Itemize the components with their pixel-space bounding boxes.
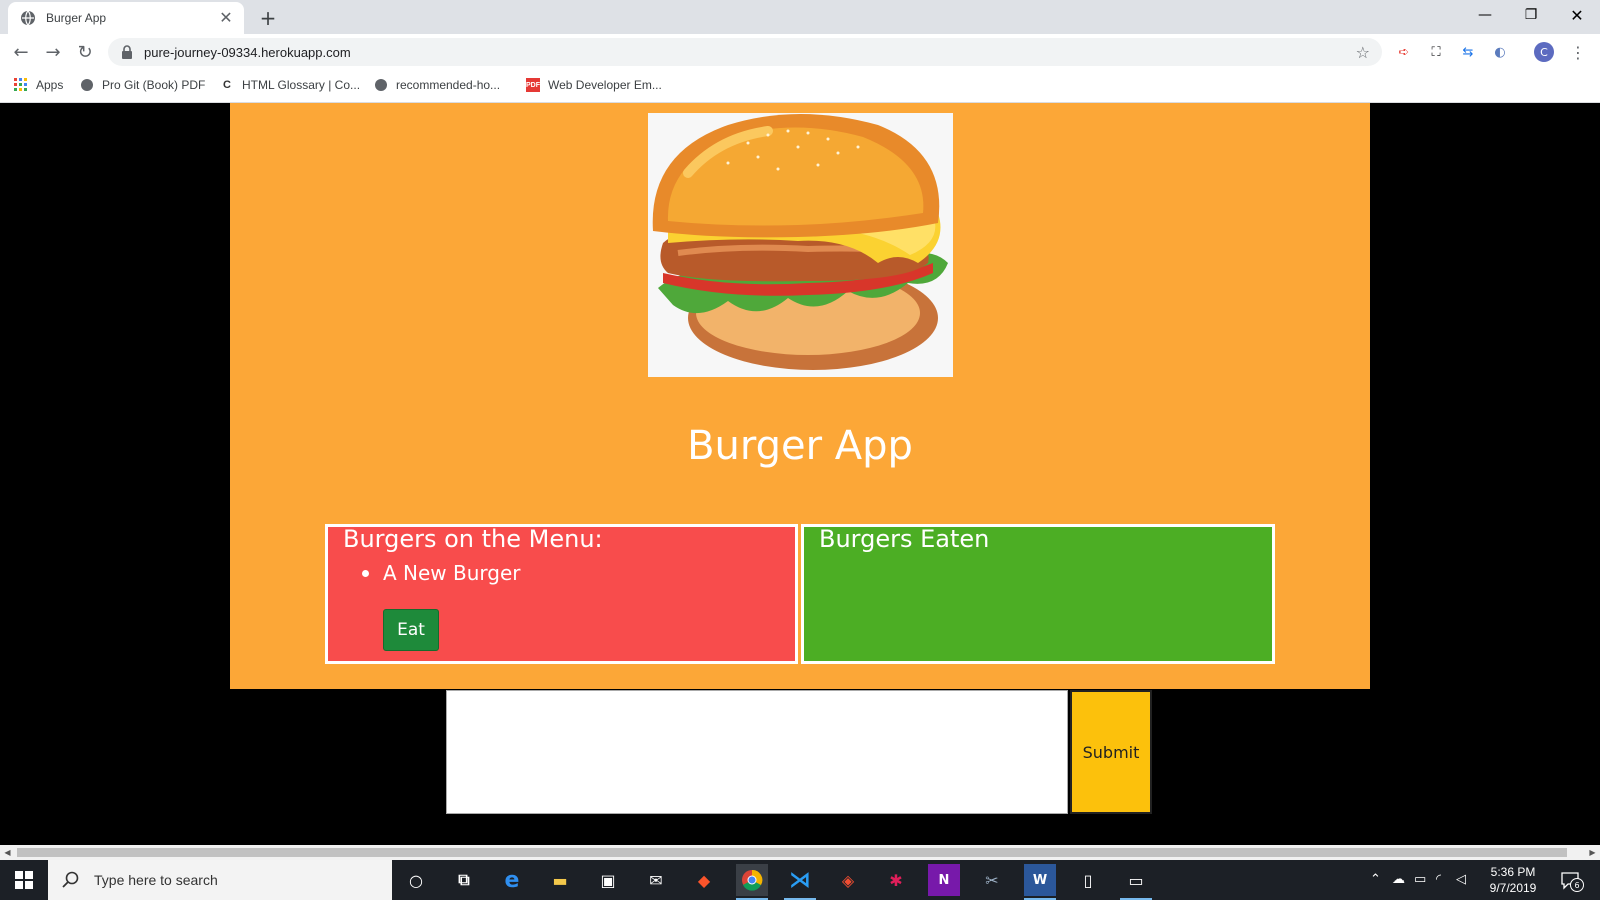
page-title: Burger App xyxy=(687,423,913,469)
task-view-icon[interactable]: ⧉ xyxy=(448,864,480,896)
reload-icon[interactable]: ↻ xyxy=(72,39,98,65)
restore-icon[interactable]: ❐ xyxy=(1508,0,1554,30)
onenote-icon[interactable]: N xyxy=(928,864,960,896)
submit-button[interactable]: Submit xyxy=(1070,690,1152,814)
screenshot-extension-icon[interactable]: ⛶ xyxy=(1426,42,1446,62)
bookmark-web-developer[interactable]: PDF Web Developer Em... xyxy=(526,78,662,92)
forward-icon[interactable]: → xyxy=(40,39,66,65)
bookmark-recommended[interactable]: recommended-ho... xyxy=(374,78,500,92)
browser-tab[interactable]: Burger App ✕ xyxy=(8,2,244,34)
snipping-tool-icon[interactable]: ✂ xyxy=(976,864,1008,896)
search-placeholder: Type here to search xyxy=(94,872,218,888)
apps-grid-icon xyxy=(14,78,27,91)
burgers-eaten-panel: Burgers Eaten xyxy=(801,524,1275,664)
horizontal-scrollbar[interactable]: ◀ ▶ xyxy=(0,845,1600,860)
bullet-icon xyxy=(362,569,369,577)
globe-icon xyxy=(81,79,93,91)
browser-tab-strip: Burger App ✕ + — ❐ ✕ xyxy=(0,0,1600,34)
menu-kebab-icon[interactable]: ⋮ xyxy=(1568,42,1588,62)
back-icon[interactable]: ← xyxy=(8,39,34,65)
url-text: pure-journey-09334.herokuapp.com xyxy=(144,44,351,60)
bookmark-pro-git[interactable]: Pro Git (Book) PDF xyxy=(80,78,205,92)
pdf-icon: PDF xyxy=(526,78,540,92)
notification-center-icon[interactable]: 6 xyxy=(1560,870,1584,892)
onedrive-icon[interactable]: ☁ xyxy=(1392,872,1405,887)
page-viewport: Burger App Burgers on the Menu: A New Bu… xyxy=(0,103,1600,843)
taskbar-clock[interactable]: 5:36 PM 9/7/2019 xyxy=(1478,864,1548,896)
minimize-icon[interactable]: — xyxy=(1462,0,1508,30)
burgers-menu-panel: Burgers on the Menu: A New Burger Eat xyxy=(325,524,798,664)
bookmark-label: Apps xyxy=(36,78,64,92)
vscode-icon[interactable]: ⋊ xyxy=(784,864,816,900)
new-tab-icon[interactable]: + xyxy=(256,6,280,30)
browser-toolbar: ← → ↻ pure-journey-09334.herokuapp.com ☆… xyxy=(0,34,1600,70)
lock-icon xyxy=(122,45,132,59)
bookmark-label: Pro Git (Book) PDF xyxy=(102,78,206,92)
git-icon[interactable]: ◈ xyxy=(832,864,864,896)
extension-arrow-icon[interactable]: ➪ xyxy=(1394,42,1414,62)
scroll-left-icon[interactable]: ◀ xyxy=(0,845,15,860)
notification-count: 6 xyxy=(1570,878,1584,892)
cortana-icon[interactable]: ○ xyxy=(400,864,432,896)
word-icon[interactable]: W xyxy=(1024,864,1056,900)
sync-extension-icon[interactable]: ⇆ xyxy=(1458,42,1478,62)
edge-icon[interactable]: e xyxy=(496,864,528,896)
slack-icon[interactable]: ✱ xyxy=(880,864,912,896)
taskbar-search-box[interactable]: Type here to search xyxy=(48,860,392,900)
globe-icon xyxy=(21,10,35,26)
scroll-right-icon[interactable]: ▶ xyxy=(1585,845,1600,860)
globe-icon xyxy=(375,79,387,91)
bookmarks-bar: Apps Pro Git (Book) PDF C HTML Glossary … xyxy=(0,70,1600,103)
profile-avatar[interactable]: C xyxy=(1534,42,1554,62)
chrome-icon[interactable] xyxy=(736,864,768,900)
burger-name: A New Burger xyxy=(383,561,521,585)
codecademy-icon: C xyxy=(223,79,231,91)
scrollbar-thumb[interactable] xyxy=(17,848,1567,857)
tab-title: Burger App xyxy=(46,11,107,25)
menu-heading: Burgers on the Menu: xyxy=(343,525,603,553)
wifi-icon[interactable]: ◜ xyxy=(1436,872,1441,887)
bookmark-html-glossary[interactable]: C HTML Glossary | Co... xyxy=(220,78,360,92)
clock-date: 9/7/2019 xyxy=(1489,881,1537,895)
address-bar[interactable]: pure-journey-09334.herokuapp.com ☆ xyxy=(108,38,1382,66)
eat-button[interactable]: Eat xyxy=(383,609,439,651)
volume-icon[interactable]: ◁ xyxy=(1456,872,1466,887)
windows-taskbar: Type here to search ○ ⧉ e ▬ ▣ ✉ ◆ ⋊ ◈ ✱ … xyxy=(0,860,1600,900)
bookmark-label: HTML Glossary | Co... xyxy=(242,78,361,92)
compass-extension-icon[interactable]: ◐ xyxy=(1490,42,1510,62)
bookmark-apps[interactable]: Apps xyxy=(14,78,63,92)
burger-illustration xyxy=(652,114,948,370)
bookmark-label: Web Developer Em... xyxy=(548,78,662,92)
close-window-icon[interactable]: ✕ xyxy=(1554,0,1600,30)
brave-icon[interactable]: ◆ xyxy=(688,864,720,896)
eaten-heading: Burgers Eaten xyxy=(819,525,990,553)
store-icon[interactable]: ▣ xyxy=(592,864,624,896)
search-icon xyxy=(62,871,79,888)
windows-start-icon[interactable] xyxy=(0,860,48,900)
menu-burger-list: A New Burger xyxy=(346,561,521,585)
notepad-icon[interactable]: ▯ xyxy=(1072,864,1104,896)
bookmark-label: recommended-ho... xyxy=(396,78,501,92)
burger-image xyxy=(648,113,953,377)
battery-icon[interactable]: ▭ xyxy=(1414,872,1426,887)
file-explorer-icon[interactable]: ▬ xyxy=(544,864,576,896)
list-item: A New Burger xyxy=(346,561,521,585)
terminal-icon[interactable]: ▭ xyxy=(1120,864,1152,900)
show-hidden-icons-icon[interactable]: ⌃ xyxy=(1370,872,1381,887)
mail-icon[interactable]: ✉ xyxy=(640,864,672,896)
bookmark-star-icon[interactable]: ☆ xyxy=(1356,43,1370,62)
close-tab-icon[interactable]: ✕ xyxy=(218,10,234,26)
burger-name-textarea[interactable] xyxy=(446,690,1068,814)
jumbotron: Burger App Burgers on the Menu: A New Bu… xyxy=(230,103,1370,689)
clock-time: 5:36 PM xyxy=(1490,865,1536,879)
